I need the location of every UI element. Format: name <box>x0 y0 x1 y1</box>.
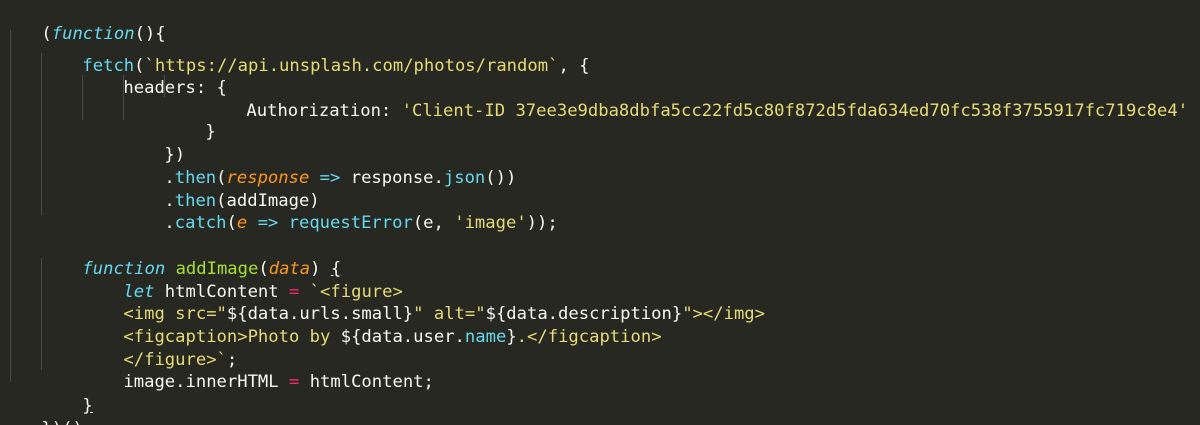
code-line: </figure>`; <box>82 326 237 370</box>
token-key: Authorization: <box>246 100 402 121</box>
token-punct: )); <box>526 212 558 233</box>
code-line: fetch(`https://api.unsplash.com/photos/r… <box>41 32 589 76</box>
code-line: .then(addImage) <box>123 167 319 211</box>
code-line: }) <box>123 121 185 165</box>
token-string: 'image' <box>454 212 527 233</box>
code-line: let htmlContent = `<figure> <box>82 258 402 302</box>
token-operator: = <box>288 371 300 392</box>
token-punct: ( <box>226 212 237 233</box>
code-line: } <box>164 98 215 142</box>
token-text: response. <box>350 167 444 188</box>
token-punct: , { <box>558 55 590 76</box>
code-line: (function(){ <box>0 0 165 44</box>
code-editor[interactable]: (function(){ fetch(`https://api.unsplash… <box>0 0 1200 425</box>
token-method: json <box>443 167 486 188</box>
code-line: Authorization: 'Client-ID 37ee3e9dba8dbf… <box>205 77 1188 121</box>
code-line: .then(response => response.json()) <box>123 144 516 188</box>
code-line: function addImage(data) { <box>41 235 341 279</box>
token-arrow: => <box>247 212 289 233</box>
token-parameter: e <box>236 212 248 233</box>
token-punct: . <box>164 212 175 233</box>
code-line: })(); <box>0 395 93 425</box>
token-text: (e, <box>412 212 455 233</box>
code-line: } <box>41 372 92 416</box>
indent-guide <box>10 30 11 382</box>
token-function-call: requestError <box>288 212 413 233</box>
token-text: })(); <box>41 419 93 425</box>
token-method: catch <box>174 212 227 233</box>
token-interpolation: } <box>506 326 517 347</box>
token-text: } <box>205 121 216 142</box>
token-template-string: "></img> <box>682 303 765 324</box>
code-line: headers: { <box>82 54 226 98</box>
code-line: .catch(e => requestError(e, 'image')); <box>123 189 557 233</box>
code-line: <img src="${data.urls.small}" alt="${dat… <box>82 280 765 324</box>
token-interpolation: ${data.user. <box>340 326 465 347</box>
token-text: image.innerHTML <box>123 371 289 392</box>
token-property: name <box>464 326 507 347</box>
code-line: image.innerHTML = htmlContent; <box>82 348 433 392</box>
token-template-string: .</figcaption> <box>516 326 662 347</box>
token-string: 'Client-ID 37ee3e9dba8dbfa5cc22fd5c80f87… <box>401 100 1189 121</box>
token-text: htmlContent; <box>299 371 434 392</box>
token-punct: ()) <box>485 167 517 188</box>
code-line: <figcaption>Photo by ${data.user.name}.<… <box>82 303 661 347</box>
